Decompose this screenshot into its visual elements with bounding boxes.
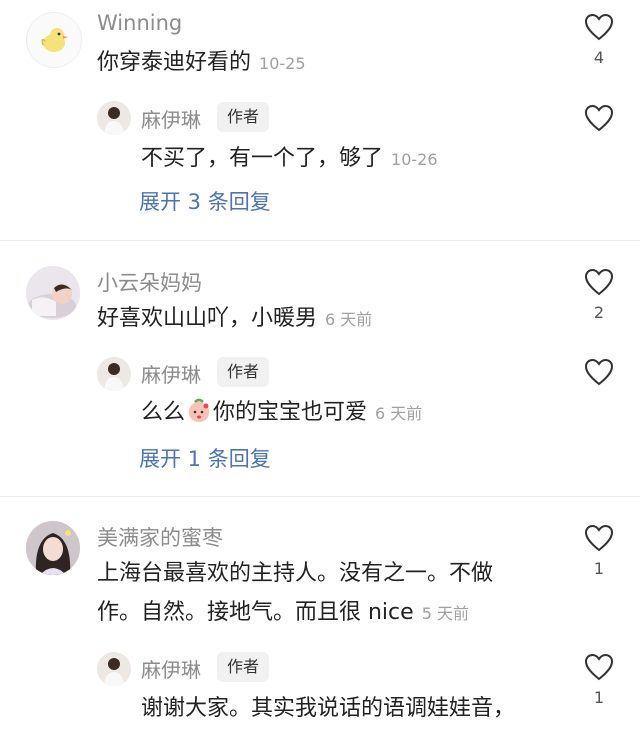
reply-avatar[interactable] [97,101,131,135]
avatar[interactable] [26,266,80,320]
duck-sticker-icon [41,28,68,52]
comment-username[interactable]: Winning [97,11,182,35]
reply-body: 不买了，有一个了，够了 [141,146,384,171]
reply-text: 谢谢大家。其实我说话的语调娃娃音， [141,696,516,721]
comment-body: 作。自然。接地气。而且很 nice [97,600,414,625]
comment-body: 你穿泰迪好看的 [97,50,252,75]
avatar[interactable] [26,521,80,575]
reply-username[interactable]: 麻伊琳 [141,104,201,133]
author-badge: 作者 [217,652,270,682]
peach-kiss-emoji-icon [188,398,210,422]
divider [0,240,640,241]
like-count: 4 [593,48,605,67]
comment-text: 你穿泰迪好看的 10-25 [97,46,306,81]
reply-username[interactable]: 麻伊琳 [141,654,201,683]
comment-text-line1: 上海台最喜欢的主持人。没有之一。不做 [97,561,494,586]
reply-time: 6 天前 [375,404,423,423]
comment-time: 10-25 [259,54,306,73]
author-photo [97,652,131,686]
like-heart-icon[interactable] [584,524,614,552]
reply-body-end: 你的宝宝也可爱 [213,400,368,425]
reply-time: 10-26 [391,150,438,169]
author-photo [97,101,131,135]
reply-username[interactable]: 麻伊琳 [141,359,201,388]
reply-body-start: 么么 [141,400,186,425]
reply-avatar[interactable] [97,652,131,686]
like-heart-icon[interactable] [584,358,614,386]
comment-time: 5 天前 [421,604,469,623]
comment-text-line2: 作。自然。接地气。而且很 nice 5 天前 [97,596,469,631]
woman-portrait-photo [26,521,80,575]
comment-body: 好喜欢山山吖，小暖男 [97,306,318,331]
author-badge: 作者 [217,357,270,387]
author-photo [97,357,131,391]
comment-username[interactable]: 小云朵妈妈 [97,267,202,297]
like-count: 2 [593,303,605,322]
expand-replies-link[interactable]: 展开 1 条回复 [139,443,271,473]
like-heart-icon[interactable] [584,104,614,132]
divider [0,496,640,497]
comment-text: 好喜欢山山吖，小暖男 6 天前 [97,302,372,337]
expand-replies-link[interactable]: 展开 3 条回复 [139,186,271,216]
reply-avatar[interactable] [97,357,131,391]
comment-time: 6 天前 [325,310,373,329]
like-count: 1 [593,559,605,578]
like-heart-icon[interactable] [584,268,614,296]
author-badge: 作者 [217,102,270,132]
like-count: 1 [593,688,605,707]
reply-text: 么么 你的宝宝也可爱 6 天前 [141,396,422,431]
avatar[interactable] [26,12,82,68]
sleeping-baby-photo [26,266,80,320]
comment-username[interactable]: 美满家的蜜枣 [97,522,223,552]
like-heart-icon[interactable] [584,13,614,41]
like-heart-icon[interactable] [584,653,614,681]
reply-text: 不买了，有一个了，够了 10-26 [141,142,438,177]
